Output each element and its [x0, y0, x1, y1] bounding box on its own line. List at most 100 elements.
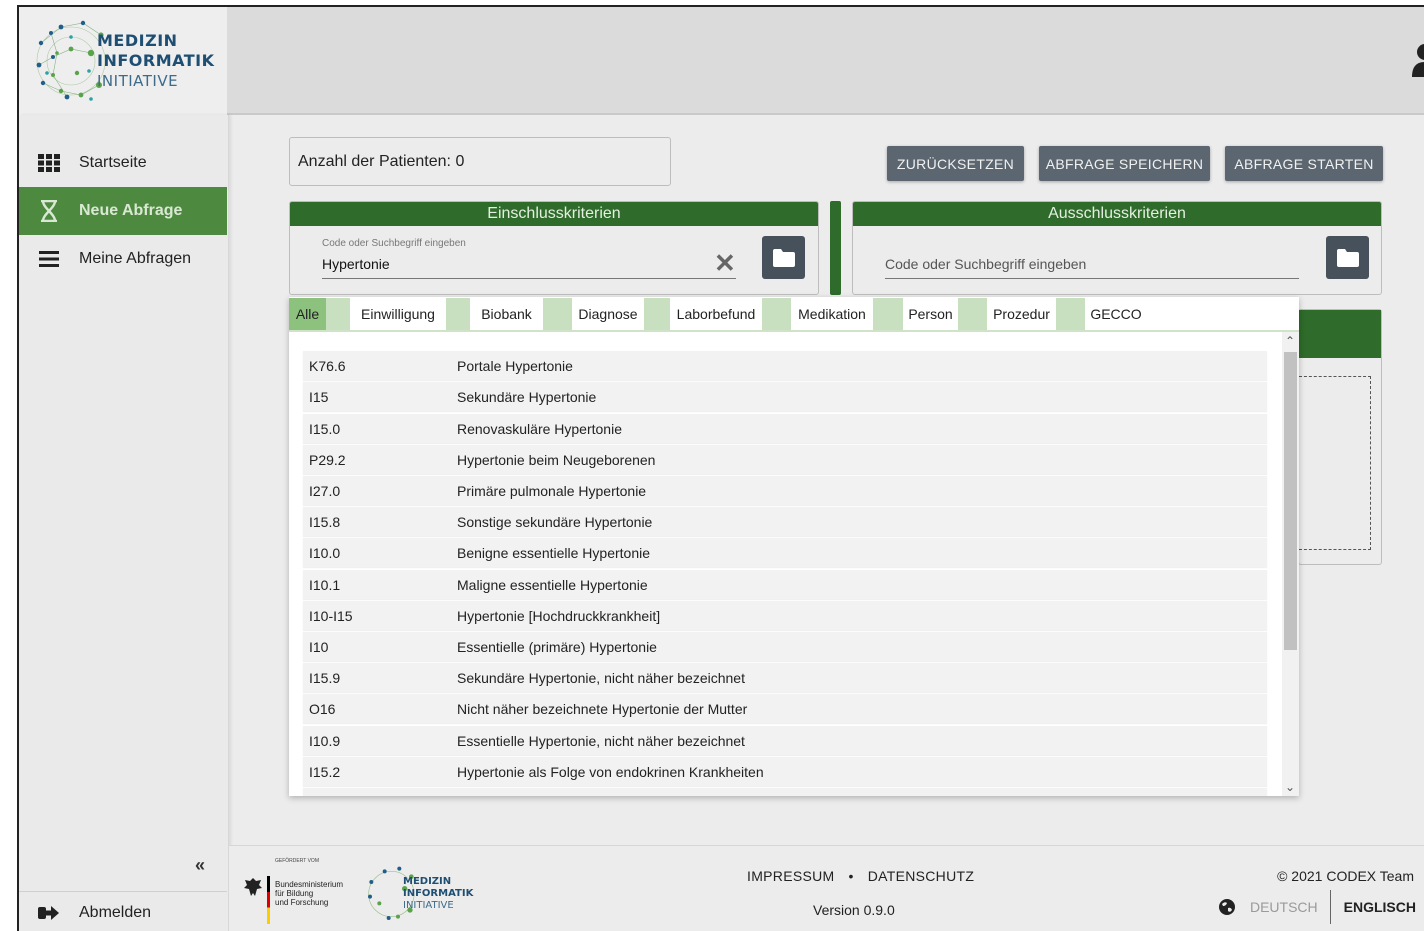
chevron-up-icon[interactable]: ⌃ [1285, 334, 1295, 348]
datenschutz-link[interactable]: DATENSCHUTZ [868, 868, 974, 884]
list-item[interactable]: I10-I15 Hypertonie [Hochdruckkrankheit] [303, 601, 1267, 630]
exclusion-folder-button[interactable] [1326, 236, 1369, 279]
person-icon[interactable] [1412, 43, 1424, 77]
result-code: I10.0 [309, 544, 341, 561]
mii-footer-logo: MEDIZIN INFORMATIK INITIATIVE [363, 860, 473, 926]
inclusion-search-input[interactable]: Hypertonie [322, 256, 390, 272]
result-code: I15.8 [309, 513, 341, 530]
flag-bar [267, 876, 270, 924]
list-item[interactable]: I10 Essentielle (primäre) Hypertonie [303, 632, 1267, 661]
exclusion-panel: Ausschlusskriterien Code oder Suchbegrif… [852, 201, 1382, 295]
top-header: MEDIZIN INFORMATIK INITIATIVE [19, 7, 1424, 115]
result-code: I10.9 [309, 732, 341, 749]
exclusion-title: Ausschlusskriterien [853, 202, 1381, 226]
footer-logo-line-2: INFORMATIK [403, 888, 474, 899]
inclusion-title: Einschlusskriterien [290, 202, 818, 226]
list-item[interactable]: O16 Nicht näher bezeichnete Hypertonie de… [303, 694, 1267, 723]
list-item[interactable]: I15.9 Sekundäre Hypertonie, nicht näher b… [303, 663, 1267, 692]
result-description: Hypertonie als Folge von endokrinen Kran… [457, 763, 764, 780]
language-switcher: DEUTSCH ENGLISCH [1218, 890, 1416, 924]
tab-person[interactable]: Person [903, 297, 958, 330]
tab-spacer [762, 297, 791, 330]
ministry-line-2: für Bildung [275, 889, 314, 898]
result-description: Primäre pulmonale Hypertonie [457, 482, 647, 499]
exclusion-search-input[interactable]: Code oder Suchbegriff eingeben [885, 256, 1086, 272]
menu-icon [19, 251, 79, 267]
footer-logo-line-3: INITIATIVE [403, 900, 454, 911]
tab-prozedur[interactable]: Prozedur [987, 297, 1056, 330]
logo-wordmark: MEDIZIN INFORMATIK INITIATIVE [97, 31, 215, 91]
result-description: Maligne essentielle Hypertonie [457, 576, 648, 593]
result-description: Hypertonie beim Neugeborenen [457, 451, 656, 468]
ministry-line-3: und Forschung [275, 898, 329, 907]
list-item[interactable]: I10.9 Essentielle Hypertonie, nicht näher… [303, 726, 1267, 755]
mii-logo[interactable]: MEDIZIN INFORMATIK INITIATIVE [19, 7, 227, 115]
tab-spacer [1056, 297, 1085, 330]
tab-laborbefund[interactable]: Laborbefund [670, 297, 762, 330]
tab-einwilligung[interactable]: Einwilligung [350, 297, 446, 330]
eagle-icon [244, 878, 262, 896]
drop-zone[interactable] [1299, 376, 1371, 550]
list-item[interactable]: I10.0 Benigne essentielle Hypertonie [303, 538, 1267, 567]
tab-spacer [326, 297, 350, 330]
grid-icon [19, 154, 79, 172]
ministry-line-1: Bundesministerium [275, 880, 344, 889]
sidebar-item-meine-abfragen[interactable]: Meine Abfragen [19, 235, 227, 283]
list-item-partial[interactable] [303, 788, 1267, 796]
reset-button[interactable]: ZURÜCKSETZEN [887, 146, 1024, 181]
result-code: I27.0 [309, 482, 341, 499]
sign-out-icon [19, 905, 79, 921]
sidebar: Startseite Neue Abfrage Meine Abfragen « [19, 115, 229, 931]
tab-medikation[interactable]: Medikation [791, 297, 873, 330]
category-tabs: Alle Einwilligung Biobank Diagnose Labor… [289, 297, 1299, 332]
sidebar-item-label: Neue Abfrage [79, 202, 183, 219]
list-item[interactable]: I15.0 Renovaskuläre Hypertonie [303, 414, 1267, 443]
sidebar-item-label: Startseite [79, 154, 147, 171]
footer-logo-wordmark: MEDIZIN INFORMATIK INITIATIVE [403, 876, 473, 912]
logout-button[interactable]: Abmelden [19, 891, 227, 931]
tab-spacer [644, 297, 670, 330]
card-header [1299, 310, 1381, 358]
tab-alle[interactable]: Alle [289, 297, 326, 330]
result-code: I10.1 [309, 576, 341, 593]
result-description: Essentielle (primäre) Hypertonie [457, 638, 657, 655]
patient-count: Anzahl der Patienten: 0 [289, 137, 671, 186]
tab-diagnose[interactable]: Diagnose [572, 297, 644, 330]
list-item[interactable]: I10.1 Maligne essentielle Hypertonie [303, 570, 1267, 599]
result-description: Renovaskuläre Hypertonie [457, 420, 622, 437]
sidebar-item-startseite[interactable]: Startseite [19, 139, 227, 187]
logout-label: Abmelden [79, 903, 152, 921]
result-code: I10-I15 [309, 607, 353, 624]
impressum-link[interactable]: IMPRESSUM [747, 868, 835, 884]
logo-line-1: MEDIZIN [97, 31, 178, 50]
list-item[interactable]: I27.0 Primäre pulmonale Hypertonie [303, 476, 1267, 505]
chevron-down-icon[interactable]: ⌄ [1285, 780, 1295, 794]
scrollbar-thumb[interactable] [1284, 352, 1297, 650]
start-query-button[interactable]: ABFRAGE STARTEN [1225, 146, 1383, 181]
list-item[interactable]: I15 Sekundäre Hypertonie [303, 382, 1267, 411]
tab-spacer [958, 297, 987, 330]
footer-logo-line-1: MEDIZIN [403, 876, 452, 887]
folder-icon [1336, 248, 1359, 267]
panel-divider [830, 201, 841, 295]
list-item[interactable]: P29.2 Hypertonie beim Neugeborenen [303, 445, 1267, 474]
list-item[interactable]: I15.8 Sonstige sekundäre Hypertonie [303, 507, 1267, 536]
result-code: K76.6 [309, 357, 346, 374]
input-underline [885, 278, 1299, 279]
list-item[interactable]: K76.6 Portale Hypertonie [303, 351, 1267, 380]
collapse-sidebar-button[interactable]: « [195, 855, 205, 876]
globe-icon [1218, 899, 1235, 915]
save-query-button[interactable]: ABFRAGE SPEICHERN [1039, 146, 1210, 181]
sidebar-item-neue-abfrage[interactable]: Neue Abfrage [19, 187, 227, 235]
language-de-button[interactable]: DEUTSCH [1250, 890, 1331, 924]
language-en-button[interactable]: ENGLISCH [1331, 899, 1416, 915]
tab-gecco[interactable]: GECCO [1085, 297, 1147, 330]
results-scrollbar[interactable]: ⌃ ⌄ [1282, 332, 1299, 796]
inclusion-folder-button[interactable] [762, 236, 805, 279]
result-description: Nicht näher bezeichnete Hypertonie der M… [457, 700, 748, 717]
ministry-name: Bundesministerium für Bildung und Forsch… [275, 880, 343, 907]
list-item[interactable]: I15.2 Hypertonie als Folge von endokrinen… [303, 757, 1267, 786]
tab-biobank[interactable]: Biobank [470, 297, 543, 330]
clear-icon[interactable]: ✕ [714, 248, 736, 279]
exclusion-criteria-card [1298, 309, 1382, 565]
